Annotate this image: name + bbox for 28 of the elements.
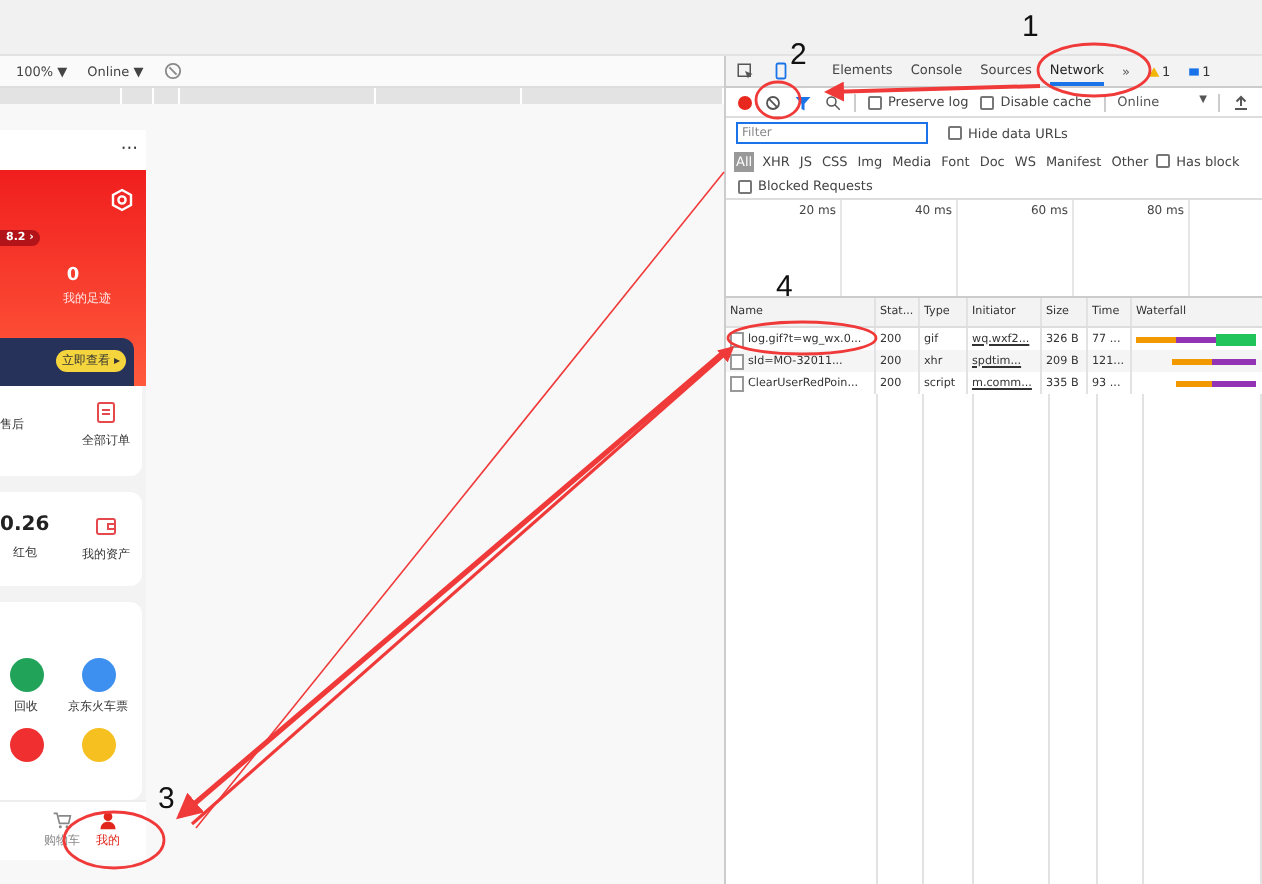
waterfall-bar	[1136, 333, 1256, 345]
annotation-circle	[754, 80, 802, 120]
clear-icon[interactable]	[764, 93, 782, 111]
device-toolbar-icon[interactable]	[772, 62, 790, 80]
search-icon[interactable]	[824, 93, 842, 111]
person-icon	[98, 810, 118, 831]
rotate-icon[interactable]	[163, 62, 182, 80]
annotation-circle	[1036, 42, 1152, 98]
bonus-amount: 0.26	[0, 514, 50, 537]
annotation-number: 4	[776, 272, 793, 302]
cart-icon	[52, 810, 72, 831]
service-icon[interactable]	[9, 657, 43, 692]
filter-icon[interactable]	[794, 93, 812, 111]
footprint-count: 0	[66, 265, 80, 286]
record-button[interactable]	[738, 95, 752, 109]
wallet-icon[interactable]	[94, 513, 118, 538]
clipboard-icon[interactable]	[94, 399, 118, 424]
service-icon[interactable]	[81, 657, 115, 692]
warning-icon	[1147, 65, 1160, 77]
annotation-number: 1	[1022, 12, 1039, 42]
annotation-number: 2	[790, 40, 807, 70]
inspect-icon[interactable]	[736, 62, 754, 80]
upload-icon[interactable]	[1232, 93, 1251, 111]
message-icon	[1188, 65, 1201, 77]
settings-icon[interactable]	[110, 187, 134, 212]
annotation-number: 3	[158, 784, 175, 814]
service-icon[interactable]	[9, 727, 43, 762]
more-menu[interactable]: ···	[120, 139, 138, 160]
